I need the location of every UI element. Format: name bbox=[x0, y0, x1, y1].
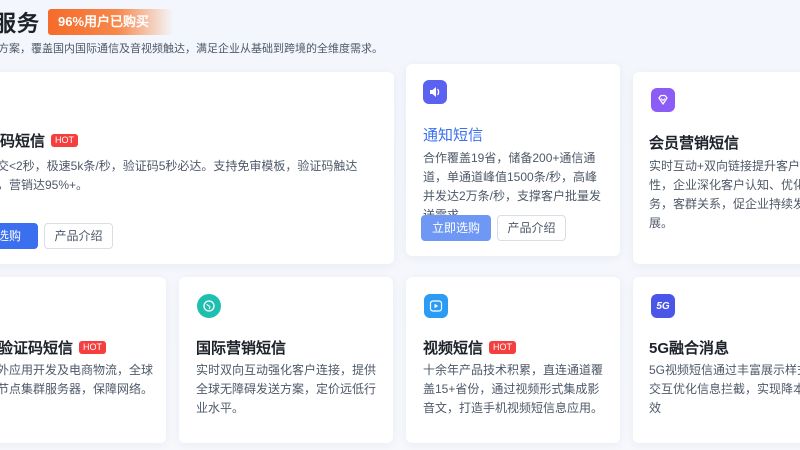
card-title: 码短信 HOT bbox=[0, 130, 79, 151]
card-title: 验证码短信 HOT bbox=[0, 337, 107, 358]
buy-now-button[interactable]: 即选购 bbox=[0, 223, 38, 249]
page-title: 服务 bbox=[0, 11, 41, 36]
card-description: 十余年产品技术积累，直连通道覆盖15+省份，通过视频形式集成影音文，打造手机视频… bbox=[423, 363, 604, 415]
section-subtitle: 方案，覆盖国内国际通信及音视频触达，满足企业从基础到跨境的全维度需求。 bbox=[0, 43, 383, 55]
hot-badge: HOT bbox=[51, 134, 79, 147]
section-heading: 服务 96%用户已购买 bbox=[0, 6, 174, 38]
buy-now-button[interactable]: 立即选购 bbox=[421, 215, 491, 241]
card-title: 通知短信 bbox=[423, 127, 484, 144]
product-card-verification-sms[interactable]: 码短信 HOT 提交<2秒，极速5k条/秒，验证码5秒必达。支持免审模板，验证码… bbox=[0, 72, 394, 264]
product-card-membership-sms[interactable]: 会员营销短信 实时互动+双向链接提升客户粘性，企业深化客户认知、优化服务，客群关… bbox=[633, 72, 800, 264]
card-title: 视频短信 HOT bbox=[423, 337, 517, 358]
promo-badge: 96%用户已购买 bbox=[48, 9, 174, 35]
volume-icon bbox=[423, 80, 447, 104]
hot-badge: HOT bbox=[489, 341, 517, 354]
product-card-5g-message[interactable]: 5G 5G融合消息 5G视频短信通过丰富展示样式与交互优化信息拦截，实现降本增效 bbox=[633, 277, 800, 443]
card-description: 海外应用开发及电商物流，全球百节点集群服务器，保障网络。 bbox=[0, 363, 154, 396]
globe-icon bbox=[197, 294, 221, 318]
diamond-icon bbox=[651, 88, 675, 112]
card-description: 5G视频短信通过丰富展示样式与交互优化信息拦截，实现降本增效 bbox=[649, 363, 800, 415]
card-title: 5G融合消息 bbox=[649, 340, 730, 357]
product-card-intl-verification-sms[interactable]: 验证码短信 HOT 海外应用开发及电商物流，全球百节点集群服务器，保障网络。 bbox=[0, 277, 166, 443]
card-description: 合作覆盖19省，储备200+通信通道，单通道峰值1500条/秒，高峰并发达2万条… bbox=[423, 151, 602, 222]
card-description: 实时互动+双向链接提升客户粘性，企业深化客户认知、优化服务，客群关系，促企业持续… bbox=[649, 159, 800, 230]
card-description: 实时双向互动强化客户连接，提供全球无障碍发送方案，定价远低行业水平。 bbox=[196, 363, 377, 415]
card-title: 会员营销短信 bbox=[649, 135, 740, 152]
play-icon bbox=[424, 294, 448, 318]
hot-badge: HOT bbox=[79, 341, 107, 354]
card-title: 国际营销短信 bbox=[196, 340, 287, 357]
product-intro-button[interactable]: 产品介绍 bbox=[497, 215, 566, 241]
product-card-intl-marketing-sms[interactable]: 国际营销短信 实时双向互动强化客户连接，提供全球无障碍发送方案，定价远低行业水平… bbox=[179, 277, 393, 443]
card-description: 提交<2秒，极速5k条/秒，验证码5秒必达。支持免审模板，验证码触达率，营销达9… bbox=[0, 159, 358, 192]
product-card-video-sms[interactable]: 视频短信 HOT 十余年产品技术积累，直连通道覆盖15+省份，通过视频形式集成影… bbox=[406, 277, 620, 443]
product-intro-button[interactable]: 产品介绍 bbox=[44, 223, 113, 249]
5g-icon: 5G bbox=[651, 294, 675, 318]
product-card-notification-sms[interactable]: 通知短信 合作覆盖19省，储备200+通信通道，单通道峰值1500条/秒，高峰并… bbox=[406, 64, 620, 256]
